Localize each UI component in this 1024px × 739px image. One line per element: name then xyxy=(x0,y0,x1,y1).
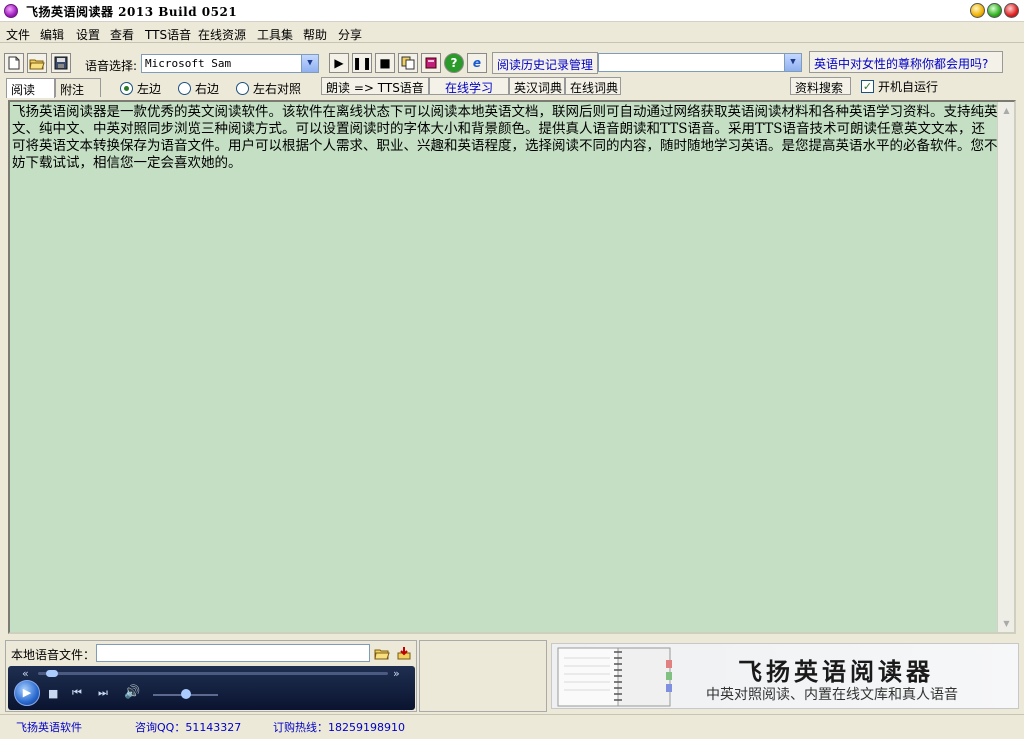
reading-history-link[interactable]: 阅读历史记录管理 xyxy=(492,52,598,74)
ie-icon[interactable]: e xyxy=(467,53,487,73)
media-player: « » ▶ ■ ⏮ ⏭ 🔊 xyxy=(8,666,415,710)
radio-indicator xyxy=(120,82,133,95)
banner-subtitle: 中英对照阅读、内置在线文库和真人语音 xyxy=(706,687,958,703)
status-software-link[interactable]: 飞扬英语软件 xyxy=(16,719,82,735)
tab-reading[interactable]: 阅读 xyxy=(6,78,55,98)
menu-view[interactable]: 查看 xyxy=(110,26,134,43)
download-icon[interactable] xyxy=(394,643,414,663)
volume-thumb[interactable] xyxy=(180,689,191,699)
pause-icon[interactable]: ❚❚ xyxy=(352,53,372,73)
vertical-scrollbar[interactable]: ▲ ▼ xyxy=(997,102,1014,632)
audio-panel: 本地语音文件： « » ▶ ■ ⏮ ⏭ 🔊 xyxy=(5,640,417,712)
en-cn-dict-button[interactable]: 英汉词典 xyxy=(509,77,565,95)
book-icon[interactable] xyxy=(421,53,441,73)
maximize-button[interactable] xyxy=(987,3,1002,18)
scroll-down-icon[interactable]: ▼ xyxy=(998,615,1015,632)
autorun-label: 开机自运行 xyxy=(878,80,939,94)
blank-panel xyxy=(419,640,547,712)
save-icon[interactable] xyxy=(51,53,71,73)
read-tts-button[interactable]: 朗读 => TTS语音 xyxy=(321,77,429,95)
local-audio-label: 本地语音文件： xyxy=(11,648,96,662)
history-combo[interactable]: ▼ xyxy=(598,53,802,72)
menu-help[interactable]: 帮助 xyxy=(303,26,327,43)
scroll-up-icon[interactable]: ▲ xyxy=(998,102,1015,119)
radio-side-by-side[interactable]: 左右对照 xyxy=(236,80,301,97)
fast-forward-icon[interactable]: » xyxy=(393,667,400,680)
toolbar: 语音选择: Microsoft Sam ▼ ▶ ❚❚ ■ ? e 阅读历史记录管… xyxy=(0,48,1024,78)
radio-left[interactable]: 左边 xyxy=(120,80,161,97)
tab-notes[interactable]: 附注 xyxy=(55,78,101,97)
voice-select-value: Microsoft Sam xyxy=(145,57,232,70)
status-bar: 飞扬英语软件 咨询QQ：51143327 订购热线：18259198910 xyxy=(0,714,1024,739)
window-title: 飞扬英语阅读器 2013 Build 0521 xyxy=(26,5,238,19)
seek-bar[interactable] xyxy=(38,672,388,675)
menu-online-resources[interactable]: 在线资源 xyxy=(198,26,246,43)
status-hotline: 订购热线：18259198910 xyxy=(273,721,405,734)
online-dict-button[interactable]: 在线词典 xyxy=(565,77,621,95)
menu-bar: 文件 编辑 设置 查看 TTS语音 在线资源 工具集 帮助 分享 xyxy=(0,23,1024,43)
chevron-down-icon[interactable]: ▼ xyxy=(301,55,318,72)
help-icon[interactable]: ? xyxy=(444,53,464,73)
audio-file-input[interactable] xyxy=(96,644,370,662)
search-resources-button[interactable]: 资料搜索 xyxy=(790,77,851,95)
copy-icon[interactable] xyxy=(398,53,418,73)
voice-select-label: 语音选择: xyxy=(85,59,138,73)
close-button[interactable] xyxy=(1004,3,1019,18)
menu-file[interactable]: 文件 xyxy=(6,26,30,43)
app-icon[interactable] xyxy=(4,4,18,18)
stop-icon[interactable]: ■ xyxy=(48,687,58,700)
chevron-down-icon[interactable]: ▼ xyxy=(784,54,801,71)
new-file-icon[interactable] xyxy=(4,53,24,73)
menu-settings[interactable]: 设置 xyxy=(76,26,100,43)
radio-right[interactable]: 右边 xyxy=(178,80,219,97)
radio-indicator xyxy=(236,82,249,95)
radio-side-label: 左右对照 xyxy=(253,82,302,96)
voice-select[interactable]: Microsoft Sam ▼ xyxy=(141,54,319,73)
open-folder-icon[interactable] xyxy=(27,53,47,73)
status-qq: 咨询QQ：51143327 xyxy=(135,721,242,734)
reading-text[interactable]: 飞扬英语阅读器是一款优秀的英文阅读软件。该软件在离线状态下可以阅读本地英语文档，… xyxy=(12,104,998,172)
ad-banner[interactable]: 飞扬英语阅读器 中英对照阅读、内置在线文库和真人语音 xyxy=(551,643,1019,709)
previous-icon[interactable]: ⏮ xyxy=(72,686,82,700)
title-bar: 飞扬英语阅读器 2013 Build 0521 xyxy=(0,0,1024,22)
menu-tools[interactable]: 工具集 xyxy=(257,26,293,43)
play-icon[interactable]: ▶ xyxy=(329,53,349,73)
next-icon[interactable]: ⏭ xyxy=(98,686,108,700)
radio-left-label: 左边 xyxy=(137,82,162,96)
minimize-button[interactable] xyxy=(970,3,985,18)
menu-tts[interactable]: TTS语音 xyxy=(145,26,191,43)
menu-share[interactable]: 分享 xyxy=(338,26,362,43)
reading-area[interactable]: 飞扬英语阅读器是一款优秀的英文阅读软件。该软件在离线状态下可以阅读本地英语文档，… xyxy=(8,100,1016,634)
seek-thumb[interactable] xyxy=(46,670,58,677)
radio-indicator xyxy=(178,82,191,95)
volume-icon[interactable]: 🔊 xyxy=(124,685,140,700)
checkbox-indicator: ✓ xyxy=(861,80,874,93)
online-learn-button[interactable]: 在线学习 xyxy=(429,77,509,95)
open-folder-icon[interactable] xyxy=(372,643,392,663)
rewind-icon[interactable]: « xyxy=(22,667,29,680)
menu-edit[interactable]: 编辑 xyxy=(40,26,64,43)
stop-icon[interactable]: ■ xyxy=(375,53,395,73)
autorun-checkbox[interactable]: ✓ 开机自运行 xyxy=(861,78,938,95)
play-icon[interactable]: ▶ xyxy=(14,680,40,706)
notebook-image xyxy=(557,647,672,707)
radio-right-label: 右边 xyxy=(195,82,220,96)
banner-title: 飞扬英语阅读器 xyxy=(738,657,934,686)
female-title-question-link[interactable]: 英语中对女性的尊称你都会用吗? xyxy=(809,51,1003,73)
